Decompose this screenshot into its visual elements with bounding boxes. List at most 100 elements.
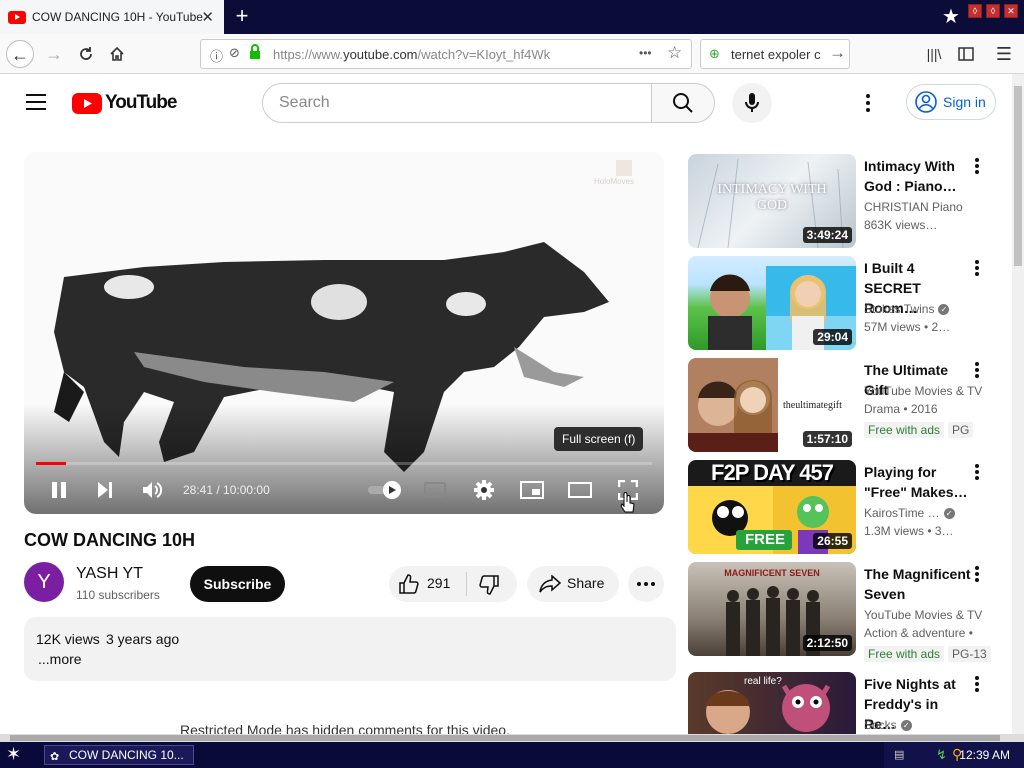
more-actions-button[interactable] — [628, 566, 664, 602]
video-thumbnail[interactable]: MAGNIFICENT SEVEN 2:12:50 — [688, 562, 856, 656]
video-thumbnail[interactable]: 29:04 — [688, 256, 856, 350]
clock[interactable]: 12:39 AM — [959, 748, 1010, 762]
start-star-icon[interactable]: ✶ — [6, 744, 21, 765]
library-icon[interactable]: |||\ — [920, 40, 948, 68]
search-input[interactable]: Search — [262, 83, 652, 123]
channel-avatar[interactable]: Y — [24, 562, 64, 602]
home-icon — [110, 46, 124, 61]
like-button[interactable] — [399, 574, 419, 599]
settings-button[interactable] — [473, 477, 495, 506]
item-menu-icon[interactable] — [972, 566, 982, 584]
youtube-play-logo-icon — [72, 92, 102, 114]
tab-close-icon[interactable]: ✕ — [201, 8, 214, 26]
url-bar[interactable]: ⓘ ⊘ https://www.youtube.com/watch?v=KIoy… — [200, 39, 692, 69]
miniplayer-button[interactable] — [520, 477, 544, 504]
star-icon: ★ — [942, 6, 960, 28]
recommendation-item[interactable]: 29:04 I Built 4 SECRET Room… Stokes Twin… — [688, 256, 1008, 350]
video-player[interactable]: HoloMoves Full screen (f) 28:41 / 10:00:… — [24, 152, 664, 514]
back-button[interactable]: ← — [6, 40, 34, 68]
more-horizontal-icon — [637, 582, 655, 586]
progress-fill — [36, 462, 66, 465]
video-title: COW DANCING 10H — [24, 530, 196, 550]
theater-mode-button[interactable] — [568, 477, 592, 503]
video-thumbnail[interactable]: real life? — [688, 672, 856, 734]
recommendation-item[interactable]: theultimategift 1:57:10 The Ultimate Gif… — [688, 358, 1008, 452]
recommendation-title[interactable]: Intimacy With God : Piano… — [864, 156, 972, 196]
item-menu-icon[interactable] — [972, 260, 982, 278]
thumbnail-subtext: FREE — [744, 531, 785, 548]
home-button[interactable] — [103, 40, 131, 68]
new-tab-button[interactable]: + — [230, 3, 254, 29]
youtube-logo[interactable]: YouTube — [72, 92, 177, 114]
like-divider — [466, 572, 467, 596]
recommendation-title[interactable]: The Magnificent Seven — [864, 564, 972, 604]
pause-button[interactable] — [50, 477, 68, 504]
sidebar-toggle-icon[interactable] — [952, 40, 980, 68]
permissions-icon[interactable]: ⊘ — [229, 45, 240, 61]
video-thumbnail[interactable]: F2P DAY 457 FREE 26:55 — [688, 460, 856, 554]
hamburger-menu-icon[interactable] — [26, 94, 46, 110]
network-icon[interactable]: ↯ — [936, 747, 947, 763]
autoplay-toggle[interactable] — [368, 477, 404, 504]
search-go-icon[interactable]: → — [829, 43, 846, 63]
forward-button[interactable]: → — [40, 40, 68, 68]
video-thumbnail[interactable]: theultimategift 1:57:10 — [688, 358, 856, 452]
item-menu-icon[interactable] — [972, 676, 982, 694]
search-button[interactable] — [651, 83, 715, 123]
dislike-button[interactable] — [479, 575, 499, 600]
minimize-icon[interactable]: ◊ — [968, 4, 982, 18]
volume-button[interactable] — [142, 477, 164, 505]
like-count: 291 — [427, 575, 451, 591]
horizontal-scrollbar[interactable] — [0, 734, 1024, 742]
item-menu-icon[interactable] — [972, 158, 982, 176]
next-button[interactable] — [96, 477, 114, 504]
share-button[interactable]: Share — [527, 566, 619, 602]
lock-icon — [249, 44, 261, 65]
recommendation-item[interactable]: F2P DAY 457 FREE 26:55 Playing for "Free… — [688, 460, 1008, 554]
horizontal-scrollbar-thumb[interactable] — [10, 735, 1000, 741]
channel-name[interactable]: YASH YT — [76, 565, 143, 583]
recommendation-title[interactable]: Playing for "Free" Makes… — [864, 462, 972, 502]
sign-in-button[interactable]: Sign in — [906, 84, 996, 120]
recommendation-item[interactable]: MAGNIFICENT SEVEN 2:12:50 The Magnificen… — [688, 562, 1008, 662]
reload-icon — [80, 47, 92, 60]
video-thumbnail[interactable]: INTIMACY WITH GOD 3:49:24 — [688, 154, 856, 248]
browser-search-box[interactable]: ⊕ ternet expoler c → — [700, 39, 850, 69]
view-count: 12K views — [36, 631, 100, 647]
thumbnail-text: F2P DAY 457 — [711, 460, 834, 485]
page-actions-icon[interactable]: ••• — [639, 46, 652, 60]
taskbar-window-item[interactable]: ✿ COW DANCING 10... — [44, 745, 194, 765]
close-window-icon[interactable]: ✕ — [1004, 4, 1018, 18]
rating-badge: PG — [948, 422, 974, 438]
svg-text:HoloMoves: HoloMoves — [594, 177, 634, 186]
recommendation-item[interactable]: INTIMACY WITH GOD 3:49:24 Intimacy With … — [688, 154, 1008, 248]
subscribe-button[interactable]: Subscribe — [190, 566, 285, 602]
verified-icon: ✓ — [943, 508, 955, 520]
video-duration: 2:12:50 — [802, 635, 852, 651]
settings-kebab-icon[interactable] — [866, 94, 870, 112]
video-duration: 26:55 — [813, 533, 852, 549]
free-with-ads-badge: Free with ads — [864, 422, 945, 438]
thumbnail-text: MAGNIFICENT SEVEN — [724, 568, 820, 578]
time-total: 10:00:00 — [223, 483, 270, 497]
captions-button[interactable]: CC — [424, 477, 446, 503]
recommendation-channel: YouTube Movies & TV — [864, 384, 983, 398]
sign-in-label: Sign in — [943, 94, 986, 110]
info-icon[interactable]: ⓘ — [210, 46, 223, 65]
reload-button[interactable] — [72, 40, 100, 68]
bookmark-star-icon[interactable]: ☆ — [667, 43, 682, 63]
recommendation-item[interactable]: real life? Five Nights at Freddy's in Re… — [688, 672, 1008, 734]
recommendation-meta: 57M views • 2… — [864, 320, 951, 334]
item-menu-icon[interactable] — [972, 464, 982, 482]
browser-tab[interactable]: COW DANCING 10H - YouTube ✕ — [0, 0, 224, 34]
maximize-icon[interactable]: ◊ — [986, 4, 1000, 18]
show-more-link[interactable]: ...more — [38, 651, 82, 667]
item-menu-icon[interactable] — [972, 362, 982, 380]
progress-bar[interactable] — [36, 462, 652, 465]
description-box[interactable]: 12K views 3 years ago ...more — [24, 617, 676, 681]
keyboard-icon[interactable]: ▤ — [894, 748, 904, 761]
menu-icon[interactable]: ☰ — [990, 40, 1018, 68]
scrollbar-thumb[interactable] — [1014, 86, 1022, 266]
voice-search-button[interactable] — [732, 83, 772, 123]
vertical-scrollbar[interactable] — [1012, 74, 1024, 734]
